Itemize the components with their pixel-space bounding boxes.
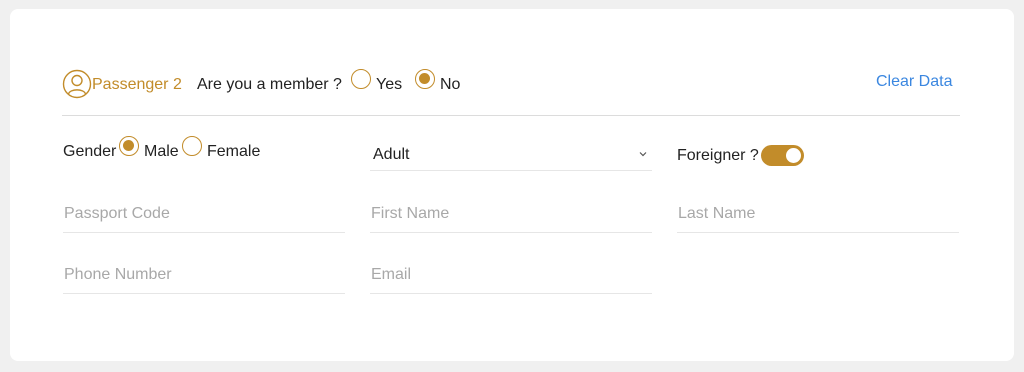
member-question: Are you a member ? bbox=[197, 76, 342, 93]
clear-data-link[interactable]: Clear Data bbox=[876, 72, 952, 92]
member-yes-radio[interactable] bbox=[351, 69, 371, 89]
last-name-input[interactable] bbox=[677, 199, 959, 233]
member-no-radio[interactable] bbox=[415, 69, 435, 89]
first-name-input[interactable] bbox=[370, 199, 652, 233]
gender-female-radio[interactable] bbox=[182, 136, 202, 156]
passenger-form-card: Passenger 2 Are you a member ? Yes No Cl… bbox=[10, 9, 1014, 361]
passenger-type-value: Adult bbox=[373, 146, 410, 163]
gender-label: Gender bbox=[63, 143, 117, 160]
member-yes-label[interactable]: Yes bbox=[376, 75, 402, 95]
gender-female-label[interactable]: Female bbox=[207, 142, 260, 162]
passenger-title: Passenger 2 bbox=[92, 76, 182, 93]
passenger-type-select[interactable]: Adult bbox=[370, 143, 652, 171]
chevron-down-icon bbox=[638, 146, 648, 157]
email-input[interactable] bbox=[370, 260, 652, 294]
foreigner-label: Foreigner ? bbox=[677, 147, 759, 164]
passport-code-input[interactable] bbox=[63, 199, 345, 233]
header-divider bbox=[62, 115, 960, 116]
gender-male-label[interactable]: Male bbox=[144, 142, 179, 162]
foreigner-toggle[interactable] bbox=[761, 145, 804, 166]
gender-male-radio[interactable] bbox=[119, 136, 139, 156]
member-no-label[interactable]: No bbox=[440, 75, 460, 95]
user-circle-icon bbox=[62, 69, 92, 99]
phone-number-input[interactable] bbox=[63, 260, 345, 294]
